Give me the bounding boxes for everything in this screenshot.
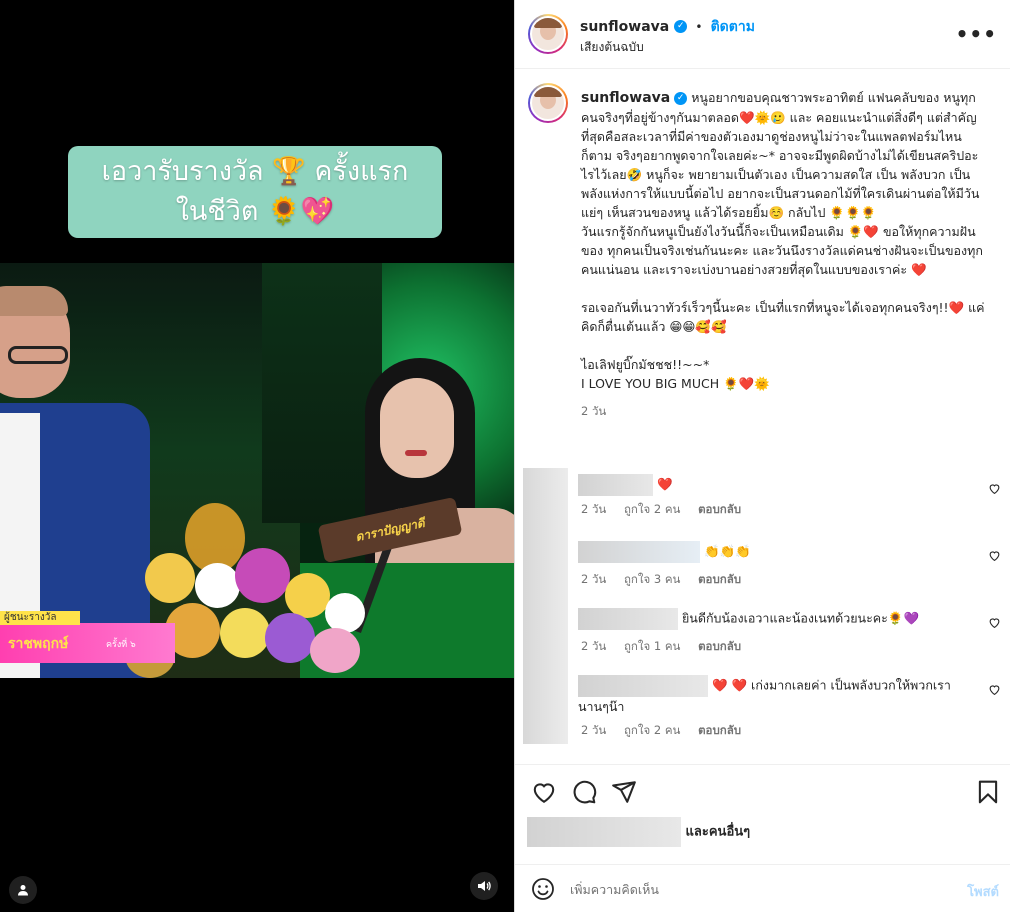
video-caption-box: เอวารับรางวัล 🏆 ครั้งแรก ในชีวิต 🌻💖 (68, 146, 442, 238)
share-icon[interactable] (611, 779, 637, 805)
comment-body: ❤️ (656, 476, 673, 492)
commenter-username[interactable] (578, 474, 653, 496)
author-avatar[interactable] (528, 14, 568, 54)
comment-meta: 2 วัน ถูกใจ 3 คน ตอบกลับ (581, 571, 755, 589)
video-caption-line-1: เอวารับรางวัล 🏆 ครั้งแรก (101, 156, 409, 187)
reply-button[interactable]: ตอบกลับ (698, 502, 741, 516)
lower-third-top: ผู้ชนะรางวัล (0, 611, 80, 625)
video-frame: ดาราปัญญาดี ผู้ชนะรางวัล ราชพฤกษ์ ครั้งท… (0, 263, 514, 678)
comment-time[interactable]: 2 วัน (581, 723, 606, 737)
comment-text: 👏👏👏 (578, 541, 968, 563)
follow-button[interactable]: ติดตาม (711, 19, 755, 35)
post-caption: sunflowava ✓ หนูอยากขอบคุณชาวพระอาทิตย์ … (581, 88, 991, 421)
comment-like-icon[interactable] (988, 482, 1001, 495)
reply-button[interactable]: ตอบกลับ (698, 572, 741, 586)
comment-input[interactable] (570, 878, 930, 900)
comments-scroll-area[interactable]: sunflowava ✓ หนูอยากขอบคุณชาวพระอาทิตย์ … (515, 70, 1010, 764)
post-dialog: เอวารับรางวัล 🏆 ครั้งแรก ในชีวิต 🌻💖 ดารา… (0, 0, 1010, 912)
lower-third-episode: ครั้งที่ ๖ (106, 640, 136, 650)
comment-likes[interactable]: ถูกใจ 2 คน (624, 723, 680, 737)
commenter-avatar[interactable] (523, 605, 568, 672)
commenter-avatar[interactable] (523, 468, 568, 538)
post-panel: sunflowava ✓ • ติดตาม เสียงต้นฉบับ ••• s… (514, 0, 1010, 912)
caption-paragraph: วันแรกรู้จักกันหนูเป็นยังไงวันนี้ก็จะเป็… (581, 224, 983, 277)
original-audio-link[interactable]: เสียงต้นฉบับ (580, 38, 644, 57)
caption-paragraph: รอเจอกันที่เนวาทัวร์เร็วๆนี้นะคะ เป็นที่… (581, 300, 985, 334)
comment-like-icon[interactable] (988, 549, 1001, 562)
comment-meta: 2 วัน ถูกใจ 2 คน ตอบกลับ (581, 722, 755, 740)
emoji-icon[interactable] (531, 877, 555, 901)
verified-badge-icon: ✓ (674, 20, 688, 33)
caption-username[interactable]: sunflowava (581, 90, 670, 106)
caption-paragraph: ไอเลิฟยูบิ๊กมัชชช!!~~* (581, 357, 710, 372)
reply-button[interactable]: ตอบกลับ (698, 639, 741, 653)
liked-by-row[interactable]: และคนอื่นๆ (527, 817, 750, 847)
comment-meta: 2 วัน ถูกใจ 2 คน ตอบกลับ (581, 501, 755, 519)
lower-third-banner: ผู้ชนะรางวัล ราชพฤกษ์ ครั้งที่ ๖ (0, 611, 175, 663)
caption-avatar[interactable] (528, 83, 568, 123)
comment-icon[interactable] (571, 779, 597, 805)
caption-paragraph: หนูอยากขอบคุณชาวพระอาทิตย์ แฟนคลับของ หน… (581, 90, 980, 220)
action-bar: และคนอื่นๆ (515, 764, 1010, 856)
header-username[interactable]: sunflowava (580, 19, 669, 35)
person-icon[interactable] (9, 876, 37, 904)
header-title-row: sunflowava ✓ • ติดตาม (580, 16, 755, 38)
comment-like-icon[interactable] (988, 683, 1001, 696)
commenter-username[interactable] (578, 675, 708, 697)
comment-time[interactable]: 2 วัน (581, 639, 606, 653)
video-caption-line-2: ในชีวิต 🌻💖 (175, 196, 335, 227)
comment-meta: 2 วัน ถูกใจ 1 คน ตอบกลับ (581, 638, 755, 656)
caption-timestamp[interactable]: 2 วัน (581, 402, 991, 421)
liked-by-blurred (527, 817, 681, 847)
comment-body: ยินดีกับน้องเอวาและน้องเนทด้วยนะคะ🌻💜 (681, 610, 920, 626)
comment-time[interactable]: 2 วัน (581, 572, 606, 586)
comment-composer: โพสต์ (515, 864, 1010, 912)
commenter-avatar[interactable] (523, 672, 568, 744)
comment-text: ❤️ (578, 474, 968, 496)
commenter-username[interactable] (578, 608, 678, 630)
comment-likes[interactable]: ถูกใจ 2 คน (624, 502, 680, 516)
liked-by-suffix[interactable]: และคนอื่นๆ (686, 825, 751, 840)
comment-body: 👏👏👏 (703, 543, 751, 559)
comment-time[interactable]: 2 วัน (581, 502, 606, 516)
heart-icon[interactable] (531, 779, 557, 805)
bookmark-icon[interactable] (975, 779, 1001, 805)
post-button[interactable]: โพสต์ (967, 881, 999, 902)
video-player[interactable]: เอวารับรางวัล 🏆 ครั้งแรก ในชีวิต 🌻💖 ดารา… (0, 0, 514, 912)
comment-text: ยินดีกับน้องเอวาและน้องเนทด้วยนะคะ🌻💜 (578, 608, 968, 630)
header-dot: • (695, 20, 703, 34)
more-options-icon[interactable]: ••• (956, 22, 997, 46)
verified-badge-icon: ✓ (674, 92, 688, 105)
reply-button[interactable]: ตอบกลับ (698, 723, 741, 737)
post-header: sunflowava ✓ • ติดตาม เสียงต้นฉบับ ••• (515, 0, 1010, 69)
comment-like-icon[interactable] (988, 616, 1001, 629)
lower-third-main: ราชพฤกษ์ (8, 636, 69, 652)
caption-paragraph: I LOVE YOU BIG MUCH 🌻❤️🌞 (581, 376, 770, 391)
commenter-username[interactable] (578, 541, 700, 563)
comment-likes[interactable]: ถูกใจ 3 คน (624, 572, 680, 586)
comment-text: ❤️ ❤️ เก่งมากเลยค่า เป็นพลังบวกให้พวกเรา… (578, 675, 973, 716)
comment-likes[interactable]: ถูกใจ 1 คน (624, 639, 680, 653)
commenter-avatar[interactable] (523, 538, 568, 605)
speaker-icon[interactable] (470, 872, 498, 900)
